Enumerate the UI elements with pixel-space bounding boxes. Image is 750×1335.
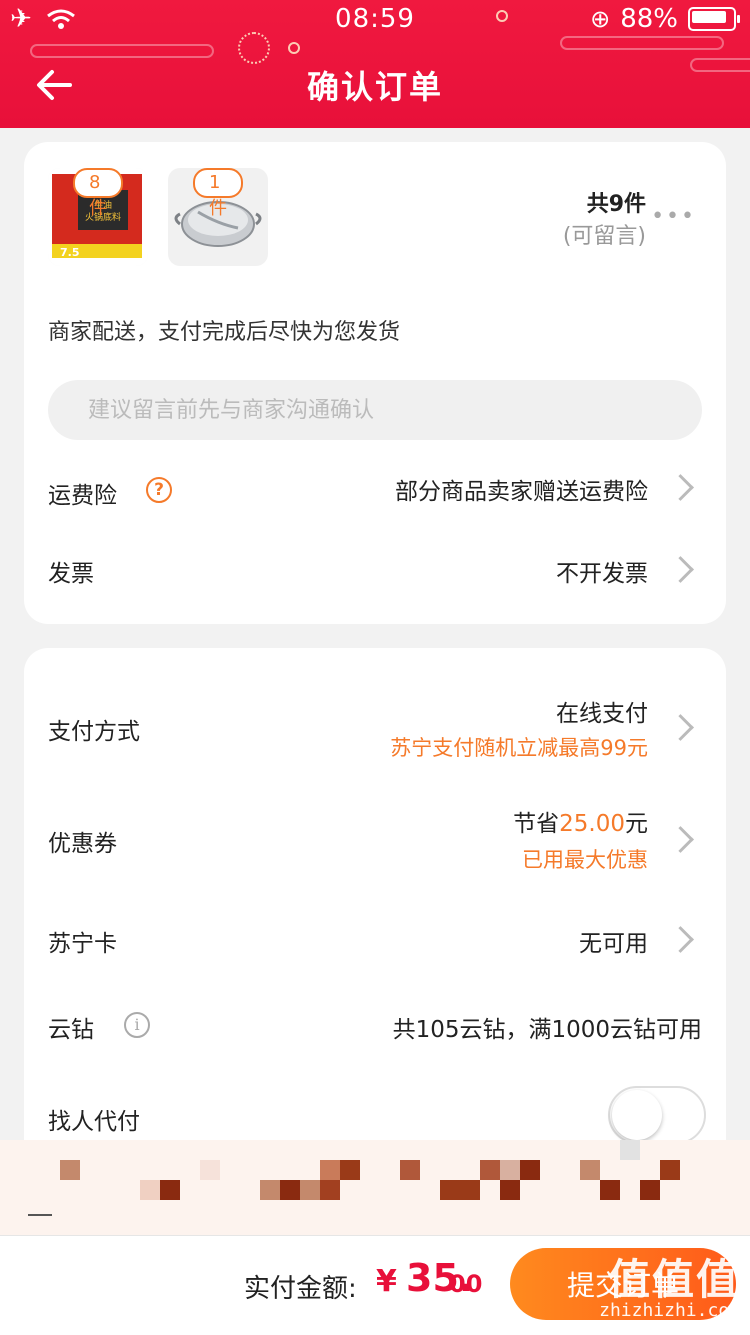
cloud-diamond-value: 共105云钻，满1000云钻可用 — [392, 1017, 702, 1043]
help-icon[interactable]: ? — [146, 477, 172, 503]
orientation-lock-icon: ⊕ — [590, 5, 611, 33]
chevron-right-icon[interactable] — [667, 474, 694, 501]
product-thumbnail-hotpot-base[interactable]: 牛油 火锅底料 7.5 8件 — [48, 168, 148, 266]
watermark-url: zhizhizhi.com — [599, 1300, 740, 1321]
item-count-badge: 1件 — [193, 168, 243, 219]
invoice-label: 发票 — [48, 561, 94, 587]
battery-percent: 88% — [620, 4, 678, 34]
info-icon[interactable]: i — [124, 1012, 150, 1038]
decoration-dot — [288, 42, 300, 54]
delivery-info: 商家配送，支付完成后尽快为您发货 — [48, 320, 401, 345]
battery-icon — [688, 7, 740, 31]
chevron-right-icon[interactable] — [667, 714, 694, 741]
payment-method-label: 支付方式 — [48, 719, 140, 745]
coupon-prefix: 节省 — [513, 811, 560, 837]
item-count-badge: 8件 — [73, 168, 123, 219]
coupon-savings[interactable]: 节省25.00元 — [513, 804, 648, 838]
coupon-label: 优惠券 — [48, 831, 117, 857]
svg-text:7.5: 7.5 — [60, 246, 80, 259]
payment-card: 支付方式 在线支付 苏宁支付随机立减最高99元 优惠券 节省25.00元 已用最… — [24, 648, 726, 1168]
message-hint[interactable]: (可留言) — [563, 218, 646, 250]
payment-promo: 苏宁支付随机立减最高99元 — [390, 736, 648, 760]
header-bar: ✈ 08:59 ⊕ 88% 确认订单 — [0, 0, 750, 128]
coupon-amount: 25.00 — [559, 811, 625, 837]
order-items-card: 牛油 火锅底料 7.5 8件 1件 共9件 (可留言) ••• 商家配送，支付完… — [24, 142, 726, 624]
currency-symbol: ¥ — [376, 1264, 397, 1299]
message-input[interactable] — [48, 380, 702, 440]
cloud-diamond-label: 云钻 — [48, 1017, 94, 1043]
freight-insurance-value[interactable]: 部分商品卖家赠送运费险 — [395, 472, 648, 506]
payment-method-value[interactable]: 在线支付 — [556, 694, 648, 728]
coupon-note: 已用最大优惠 — [522, 848, 648, 872]
chevron-right-icon[interactable] — [667, 926, 694, 953]
suning-card-value[interactable]: 无可用 — [579, 924, 648, 958]
more-options-icon[interactable]: ••• — [651, 204, 696, 229]
page-title: 确认订单 — [306, 68, 443, 106]
watermark-logo: 值值值 — [607, 1255, 740, 1304]
freight-insurance-label: 运费险 — [48, 483, 117, 509]
total-label: 实付金额: — [244, 1274, 357, 1304]
chevron-right-icon[interactable] — [667, 826, 694, 853]
decoration-cloud — [30, 44, 214, 58]
pixelated-region — [0, 1140, 750, 1235]
total-items[interactable]: 共9件 — [587, 186, 646, 218]
status-bar: ✈ 08:59 ⊕ 88% — [0, 0, 750, 40]
proxy-pay-toggle[interactable] — [608, 1086, 706, 1144]
invoice-value[interactable]: 不开发票 — [556, 554, 648, 588]
total-amount-decimal: 00 — [449, 1270, 483, 1298]
coupon-suffix: 元 — [625, 811, 648, 837]
chevron-right-icon[interactable] — [667, 556, 694, 583]
toggle-knob — [612, 1090, 662, 1140]
suning-card-label: 苏宁卡 — [48, 931, 117, 957]
product-thumbnail-hotpot-pan[interactable]: 1件 — [168, 168, 268, 266]
proxy-pay-label: 找人代付 — [48, 1109, 140, 1135]
